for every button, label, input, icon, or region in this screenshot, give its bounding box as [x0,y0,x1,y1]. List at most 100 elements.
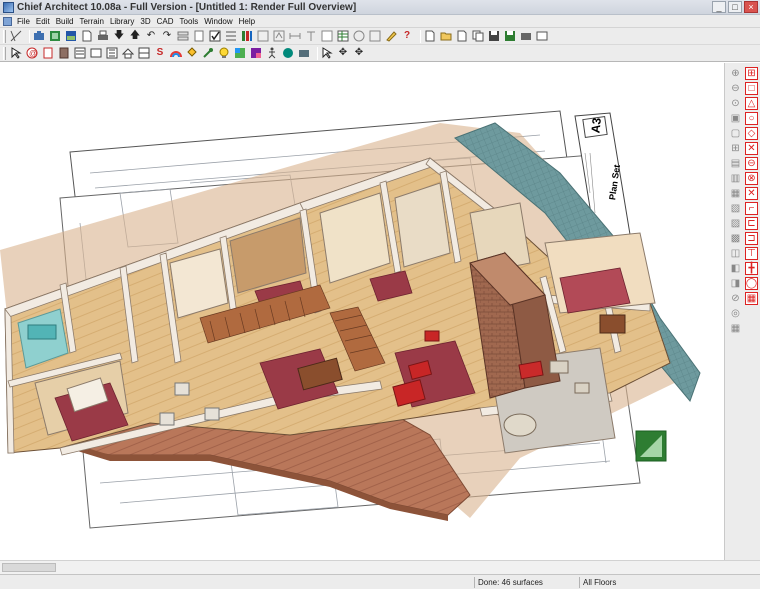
maximize-button[interactable]: □ [728,1,742,13]
new-plan-icon[interactable] [456,30,468,42]
menu-build[interactable]: Build [54,17,78,26]
door-box-icon[interactable]: ⊏ [745,217,758,230]
help-icon[interactable]: ? [401,30,413,42]
document-icon[interactable] [3,16,12,26]
zoom-in-icon[interactable]: ⊕ [729,67,742,80]
x-box-icon[interactable]: ✕ [745,142,758,155]
corner-icon[interactable]: ⌐ [745,202,758,215]
save-as-icon[interactable] [504,30,516,42]
cross-icon[interactable]: ╋ [745,262,758,275]
view-h-icon[interactable]: ▨ [729,217,742,230]
new-icon[interactable] [424,30,436,42]
copy-icon[interactable] [472,30,484,42]
grid-icon[interactable]: ⊞ [745,67,758,80]
library-3-icon[interactable] [273,30,285,42]
menu-edit[interactable]: Edit [34,17,54,26]
view-e-icon[interactable]: ▥ [729,172,742,185]
render-icon[interactable] [65,30,77,42]
view-j-icon[interactable]: ◫ [729,247,742,260]
eyedropper-icon[interactable] [202,47,214,59]
print-preview-icon[interactable] [536,30,548,42]
view-d-icon[interactable]: ▤ [729,157,742,170]
undo-icon[interactable]: ↶ [145,30,157,42]
window-box-icon[interactable]: ⊐ [745,232,758,245]
triangle-icon[interactable]: △ [745,97,758,110]
checkbox-icon[interactable] [209,30,221,42]
list-icon[interactable] [225,30,237,42]
walls-icon[interactable] [90,47,102,59]
menu-cad[interactable]: CAD [155,17,178,26]
layer-icon[interactable] [177,30,189,42]
transform-icon[interactable]: ✥ [353,47,365,59]
paint-bucket-icon[interactable] [186,47,198,59]
line-tool-icon[interactable]: ⊤ [745,247,758,260]
minus-box-icon[interactable]: ⊖ [745,157,758,170]
dimension-icon[interactable] [289,30,301,42]
pointer-icon[interactable] [10,47,22,59]
view-c-icon[interactable]: ⊞ [729,142,742,155]
horizontal-scrollbar[interactable] [0,560,760,574]
texture-icon[interactable] [250,47,262,59]
square-icon[interactable]: □ [745,82,758,95]
menu-file[interactable]: File [15,17,34,26]
zoom-out-icon[interactable]: ⊖ [729,82,742,95]
x-box-2-icon[interactable]: ⊗ [745,172,758,185]
fixture-icon[interactable] [106,47,118,59]
zoom-fit-icon[interactable]: ⊙ [729,97,742,110]
save-icon[interactable] [488,30,500,42]
paint-icon[interactable] [385,30,397,42]
print-icon[interactable] [97,30,109,42]
door-icon[interactable] [42,47,54,59]
full-overview-icon[interactable] [49,30,61,42]
ellipse-icon[interactable]: ◯ [745,277,758,290]
walk-icon[interactable] [266,47,278,59]
schedule-icon[interactable] [337,30,349,42]
settings-icon[interactable] [369,30,381,42]
text-tool-icon[interactable]: S [154,47,166,59]
view-k-icon[interactable]: ◧ [729,262,742,275]
arc-icon[interactable]: ✕ [745,187,758,200]
room-icon[interactable] [138,47,150,59]
view-f-icon[interactable]: ▦ [729,187,742,200]
view-i-icon[interactable]: ▩ [729,232,742,245]
bookmark-icon[interactable] [193,30,205,42]
diamond-icon[interactable]: ◇ [745,127,758,140]
toolbar-grip[interactable] [3,46,6,60]
cabinet-icon[interactable]: @ [26,47,38,59]
view-o-icon[interactable]: ▦ [729,322,742,335]
rainbow-icon[interactable] [170,47,182,59]
render-tool-icon[interactable] [298,47,310,59]
open-icon[interactable] [440,30,452,42]
rotate-icon[interactable]: ✥ [337,47,349,59]
menu-3d[interactable]: 3D [138,17,154,26]
window-icon[interactable] [58,47,70,59]
arrow-up-icon[interactable]: 🡅 [129,30,141,42]
view-l-icon[interactable]: ◨ [729,277,742,290]
menu-window[interactable]: Window [202,17,236,26]
text-icon[interactable] [305,30,317,42]
camera-3d-icon[interactable] [282,47,294,59]
menu-library[interactable]: Library [108,17,138,26]
minimize-button[interactable]: _ [712,1,726,13]
move-icon[interactable] [321,47,333,59]
view-b-icon[interactable]: ▢ [729,127,742,140]
grid-2-icon[interactable]: ▦ [745,292,758,305]
library-2-icon[interactable] [257,30,269,42]
material-icon[interactable] [234,47,246,59]
redo-icon[interactable]: ↷ [161,30,173,42]
view-a-icon[interactable]: ▣ [729,112,742,125]
menu-terrain[interactable]: Terrain [77,17,107,26]
render-view[interactable]: A3 Plan Set [0,63,724,560]
view-m-icon[interactable]: ⊘ [729,292,742,305]
view-g-icon[interactable]: ▧ [729,202,742,215]
menu-help[interactable]: Help [237,17,259,26]
library-icon[interactable] [241,30,253,42]
select-objects-icon[interactable] [10,30,22,42]
camera-icon[interactable] [33,30,45,42]
stairs-icon[interactable] [74,47,86,59]
materials-icon[interactable] [353,30,365,42]
light-icon[interactable] [218,47,230,59]
close-button[interactable]: × [744,1,758,13]
circle-icon[interactable]: ○ [745,112,758,125]
scrollbar-thumb[interactable] [2,563,56,572]
